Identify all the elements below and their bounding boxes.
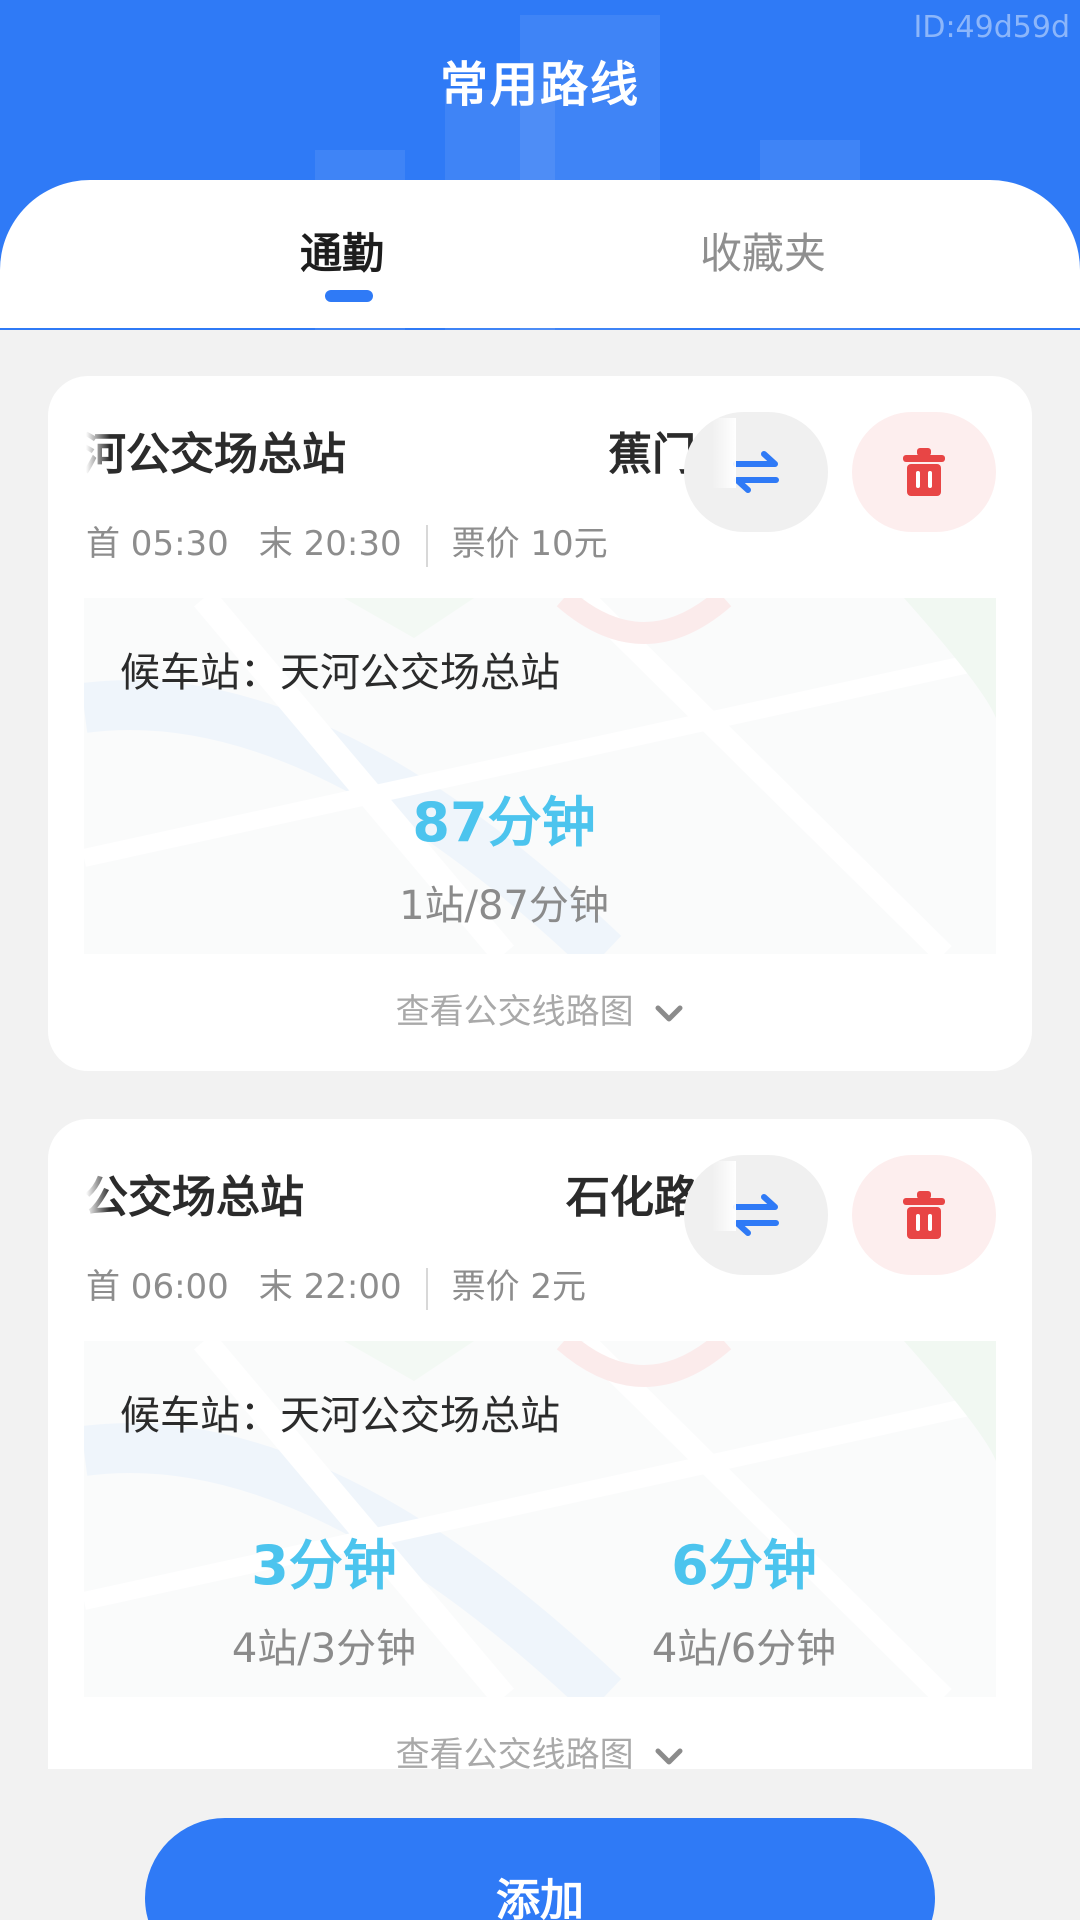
chevron-down-icon [655,1005,683,1021]
tab-bar: 通勤 收藏夹 [0,180,1080,328]
eta-detail: 4站/6分钟 [651,1626,837,1672]
eta-block: 87分钟 1站/87分钟 [354,778,654,931]
route-map-preview: 候车站：天河公交场总站 3分钟 4站/3分钟 6分钟 4站/6分钟 [84,1341,996,1697]
add-route-button[interactable]: 添加 [145,1818,935,1920]
tab-active-indicator [325,290,373,302]
eta-block: 3分钟 4站/3分钟 [174,1521,474,1674]
last-bus-time: 末 20:30 [258,524,402,564]
first-bus-time: 首 06:00 [86,1267,229,1307]
swap-arrows-icon [733,1194,779,1236]
page-title: 常用路线 [439,57,640,113]
fare-label: 票价 10元 [451,524,608,564]
route-card[interactable]: 天河公交场总站 石化路 首 06:00 末 22:00 票价 2元 [48,1119,1032,1769]
page-id-label: ID:49d59d [913,10,1071,45]
eta-detail: 1站/87分钟 [399,883,609,929]
waiting-station: 候车站：天河公交场总站 [120,1393,560,1439]
trash-icon [903,448,945,496]
trash-icon [903,1191,945,1239]
divider [425,524,428,567]
tab-favorites[interactable]: 收藏夹 [700,220,826,281]
chevron-down-icon [655,1748,683,1764]
delete-route-button[interactable] [852,412,996,532]
view-route-map-link[interactable]: 查看公交线路图 [48,984,1032,1033]
from-station: 天河公交场总站 [86,1172,304,1223]
eta-detail: 4站/3分钟 [231,1626,417,1672]
swap-direction-button[interactable] [684,1155,828,1275]
eta-minutes: 6分钟 [671,1534,817,1597]
fare-label: 票价 2元 [451,1267,587,1307]
waiting-station: 候车站：天河公交场总站 [120,650,560,696]
schedule-info: 首 06:00 末 22:00 票价 2元 [86,1259,586,1310]
view-route-map-link[interactable]: 查看公交线路图 [48,1727,1032,1769]
last-bus-time: 末 22:00 [258,1267,402,1307]
route-stations: 天河公交场总站 蕉门 [86,418,736,488]
tab-commute[interactable]: 通勤 [300,220,384,281]
route-map-preview: 候车站：天河公交场总站 87分钟 1站/87分钟 [84,598,996,954]
to-station: 蕉门 [608,429,696,480]
from-station: 天河公交场总站 [86,429,346,480]
eta-minutes: 3分钟 [251,1534,397,1597]
eta-block: 6分钟 4站/6分钟 [594,1521,894,1674]
route-card[interactable]: 天河公交场总站 蕉门 首 05:30 末 20:30 票价 10元 [48,376,1032,1071]
swap-arrows-icon [733,451,779,493]
to-station: 石化路 [566,1172,698,1223]
divider [425,1267,428,1310]
swap-direction-button[interactable] [684,412,828,532]
route-stations: 天河公交场总站 石化路 [86,1161,736,1231]
first-bus-time: 首 05:30 [86,524,229,564]
schedule-info: 首 05:30 末 20:30 票价 10元 [86,516,608,567]
eta-minutes: 87分钟 [412,791,596,854]
delete-route-button[interactable] [852,1155,996,1275]
